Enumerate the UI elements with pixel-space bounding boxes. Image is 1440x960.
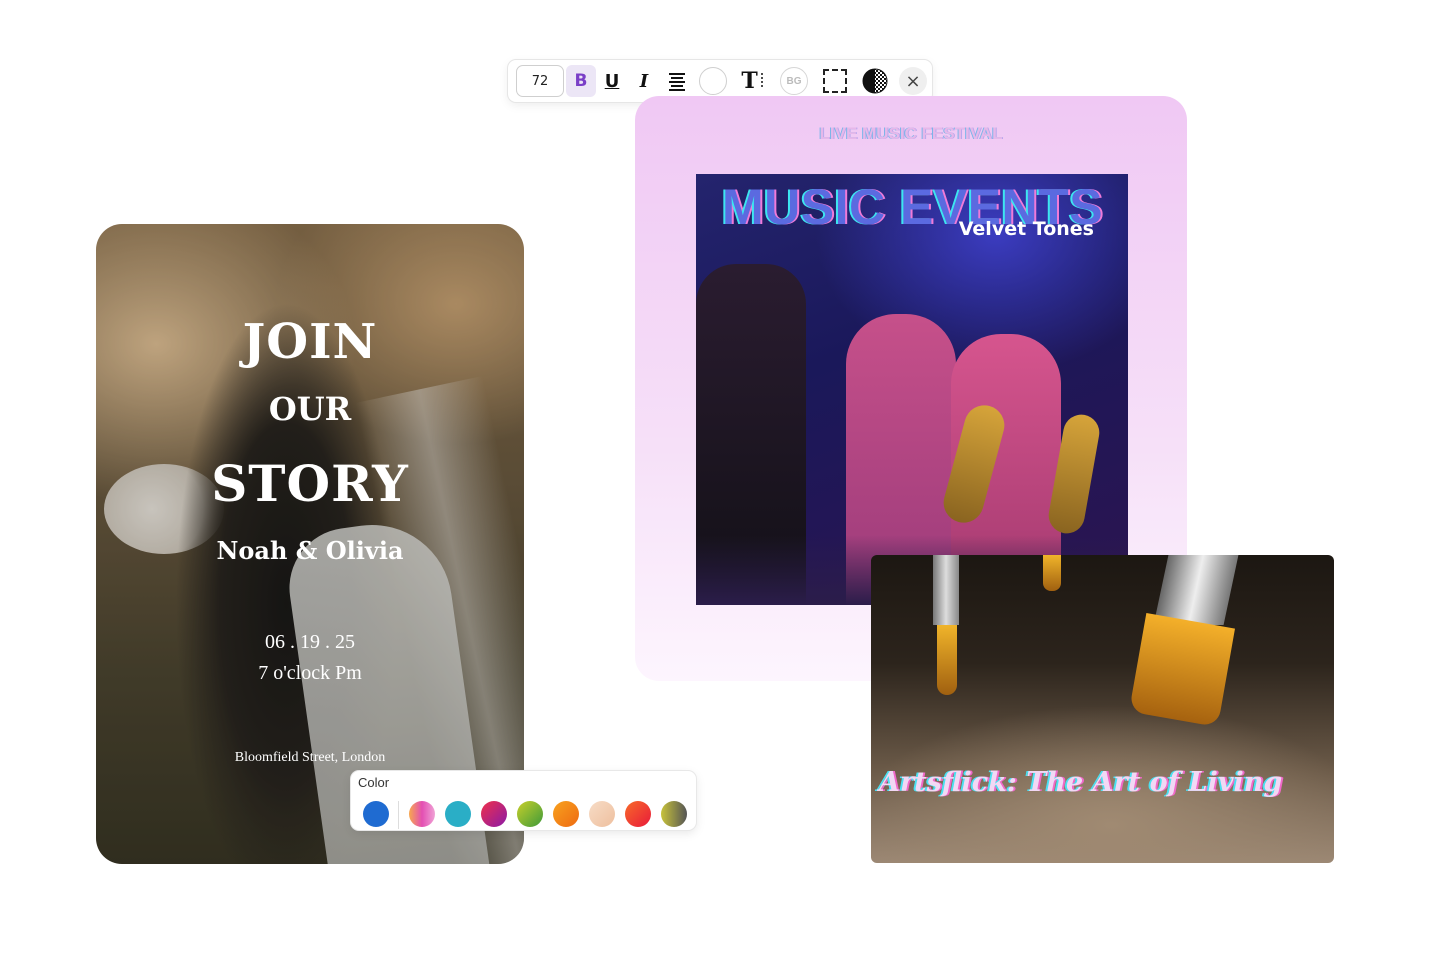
close-icon: × [899,67,927,95]
color-circle-icon [699,67,727,95]
art-title[interactable]: Artsflick: The Art of Living [879,767,1282,798]
brush-tip-image [937,625,957,695]
wedding-invitation-card[interactable]: JOIN OUR STORY Noah & Olivia 06 . 19 . 2… [96,224,524,864]
band-photo: MUSIC EVENTS Velvet Tones [696,174,1128,605]
swatch-red-orange[interactable] [625,801,651,827]
underline-button[interactable]: U [598,65,626,97]
swatch-peach[interactable] [589,801,615,827]
swatch-blue[interactable] [363,801,389,827]
brush-tip-image [1129,612,1235,728]
event-time[interactable]: 7 o'clock Pm [96,662,524,685]
dashed-border-icon [823,69,847,93]
festival-kicker[interactable]: LIVE MUSIC FESTIVAL [635,124,1187,144]
brush-ferrule-image [1153,555,1239,625]
italic-button[interactable]: I [630,65,658,97]
color-picker-popup: Color [351,771,696,830]
bold-button[interactable]: B [566,65,596,97]
swatch-teal[interactable] [445,801,471,827]
text-color-button[interactable] [696,65,730,97]
heading-our[interactable]: OUR [96,390,524,428]
opacity-icon [862,68,888,94]
text-size-button[interactable]: T [737,65,769,97]
background-button[interactable]: BG [777,65,811,97]
opacity-button[interactable] [858,65,892,97]
text-size-arrow-icon [760,73,763,89]
heading-story[interactable]: STORY [96,454,524,513]
border-button[interactable] [818,65,852,97]
font-size-input[interactable]: 72 [516,65,564,97]
brush-ferrule-image [933,555,959,625]
music-subtitle[interactable]: Velvet Tones [959,218,1094,240]
swatch-magenta-red[interactable] [481,801,507,827]
swatch-olive-gradient[interactable] [661,801,687,827]
color-label: Color [358,775,390,790]
bg-icon: BG [780,67,808,95]
align-button[interactable] [663,65,691,97]
heading-join[interactable]: JOIN [96,314,524,370]
swatch-green-yellow[interactable] [517,801,543,827]
art-card[interactable]: Artsflick: The Art of Living [871,555,1334,863]
brush-tip-image [1043,555,1061,591]
text-size-icon: T [741,68,758,94]
align-center-icon [669,73,685,91]
close-toolbar-button[interactable]: × [898,65,928,97]
couple-names[interactable]: Noah & Olivia [96,536,524,565]
event-address[interactable]: Bloomfield Street, London [96,750,524,766]
swatch-divider [398,801,399,829]
event-date[interactable]: 06 . 19 . 25 [96,631,524,654]
swatch-orange[interactable] [553,801,579,827]
swatch-pink-gradient[interactable] [409,801,435,827]
